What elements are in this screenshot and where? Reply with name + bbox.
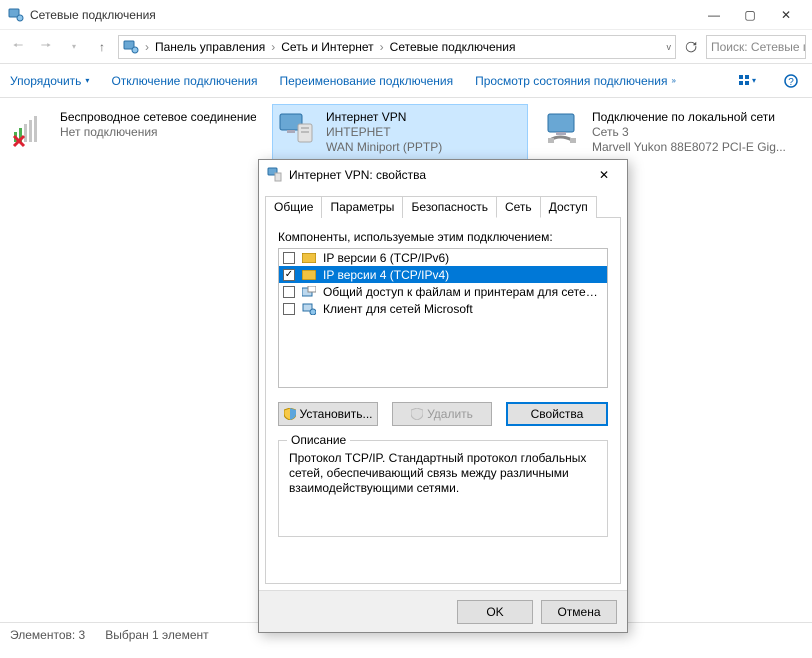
network-folder-icon	[8, 7, 24, 23]
cmd-status-label: Просмотр состояния подключения	[475, 74, 667, 88]
maximize-button[interactable]: ▢	[732, 3, 768, 27]
connection-network: Сеть 3	[592, 125, 786, 140]
minimize-button[interactable]: —	[696, 3, 732, 27]
components-label: Компоненты, используемые этим подключени…	[278, 230, 608, 244]
status-selected-count: Выбран 1 элемент	[105, 628, 208, 642]
protocol-icon	[301, 252, 317, 264]
tab-general[interactable]: Общие	[265, 196, 322, 218]
chevron-right-icon[interactable]: ›	[380, 40, 384, 54]
search-input[interactable]: Поиск: Сетевые п	[706, 35, 806, 59]
address-bar: 🠔 🠖 ▾ ↑ › Панель управления › Сеть и Инт…	[0, 30, 812, 64]
shield-icon	[411, 408, 423, 420]
connection-device: WAN Miniport (PPTP)	[326, 140, 442, 155]
nav-forward-button: 🠖	[34, 35, 58, 59]
view-options-button[interactable]: ▾	[736, 70, 758, 92]
list-item-label: Общий доступ к файлам и принтерам для се…	[323, 285, 603, 299]
connection-title: Беспроводное сетевое соединение	[60, 110, 256, 125]
svg-text:?: ?	[788, 77, 794, 88]
network-folder-icon	[123, 39, 139, 55]
connection-title: Интернет VPN	[326, 110, 442, 125]
cancel-button[interactable]: Отмена	[541, 600, 617, 624]
wifi-no-connection-icon	[12, 110, 52, 150]
nav-up-button[interactable]: ↑	[90, 35, 114, 59]
list-item-label: IP версии 4 (TCP/IPv4)	[323, 268, 603, 282]
checkbox-unchecked[interactable]	[283, 303, 295, 315]
list-item-ipv4[interactable]: ✓ IP версии 4 (TCP/IPv4)	[279, 266, 607, 283]
tab-strip: Общие Параметры Безопасность Сеть Доступ	[259, 190, 627, 218]
components-listbox[interactable]: IP версии 6 (TCP/IPv6) ✓ IP версии 4 (TC…	[278, 248, 608, 388]
tab-access[interactable]: Доступ	[540, 196, 597, 218]
list-item-ms-client[interactable]: Клиент для сетей Microsoft	[279, 300, 607, 317]
vpn-connection-icon	[278, 110, 318, 150]
tab-panel-network: Компоненты, используемые этим подключени…	[265, 217, 621, 584]
window-titlebar: Сетевые подключения — ▢ ✕	[0, 0, 812, 30]
list-item-ipv6[interactable]: IP версии 6 (TCP/IPv6)	[279, 249, 607, 266]
cmd-organize[interactable]: Упорядочить ▾	[10, 74, 89, 88]
tab-parameters[interactable]: Параметры	[321, 196, 403, 218]
tab-network[interactable]: Сеть	[496, 196, 541, 218]
connection-item-wifi[interactable]: Беспроводное сетевое соединение Нет подк…	[6, 104, 262, 161]
window-title: Сетевые подключения	[30, 8, 696, 22]
protocol-icon	[301, 269, 317, 281]
cmd-disable[interactable]: Отключение подключения	[111, 74, 257, 88]
install-button[interactable]: Установить...	[278, 402, 378, 426]
chevron-right-icon[interactable]: ›	[271, 40, 275, 54]
close-button[interactable]: ✕	[768, 3, 804, 27]
remove-button-label: Удалить	[427, 407, 473, 421]
connection-status: Нет подключения	[60, 125, 256, 140]
dialog-close-button[interactable]: ✕	[589, 163, 619, 187]
help-button[interactable]: ?	[780, 70, 802, 92]
list-item-label: Клиент для сетей Microsoft	[323, 302, 603, 316]
checkbox-checked[interactable]: ✓	[283, 269, 295, 281]
cmd-rename[interactable]: Переименование подключения	[279, 74, 453, 88]
dialog-title: Интернет VPN: свойства	[289, 168, 589, 182]
refresh-button[interactable]	[680, 36, 702, 58]
status-item-count: Элементов: 3	[10, 628, 85, 642]
service-icon	[301, 286, 317, 298]
dialog-footer: OK Отмена	[259, 590, 627, 632]
description-text: Протокол TCP/IP. Стандартный протокол гл…	[289, 451, 597, 496]
client-icon	[301, 303, 317, 315]
connection-title: Подключение по локальной сети	[592, 110, 786, 125]
connection-item-lan[interactable]: Подключение по локальной сети Сеть 3 Mar…	[538, 104, 794, 161]
description-groupbox: Описание Протокол TCP/IP. Стандартный пр…	[278, 440, 608, 537]
component-buttons: Установить... Удалить Свойства	[278, 402, 608, 426]
breadcrumb-item[interactable]: Панель управления	[155, 40, 265, 54]
cmd-organize-label: Упорядочить	[10, 74, 81, 88]
connection-item-vpn[interactable]: Интернет VPN ИНТЕРНЕТ WAN Miniport (PPTP…	[272, 104, 528, 161]
lan-connection-icon	[544, 110, 584, 150]
tab-security[interactable]: Безопасность	[402, 196, 497, 218]
dialog-titlebar[interactable]: Интернет VPN: свойства ✕	[259, 160, 627, 190]
checkbox-unchecked[interactable]	[283, 252, 295, 264]
connection-network: ИНТЕРНЕТ	[326, 125, 442, 140]
breadcrumb-item[interactable]: Сетевые подключения	[390, 40, 516, 54]
command-bar: Упорядочить ▾ Отключение подключения Пере…	[0, 64, 812, 98]
install-button-label: Установить...	[300, 407, 373, 421]
properties-button[interactable]: Свойства	[506, 402, 608, 426]
breadcrumb-box[interactable]: › Панель управления › Сеть и Интернет › …	[118, 35, 676, 59]
properties-button-label: Свойства	[531, 407, 584, 421]
chevron-right-icon[interactable]: ›	[145, 40, 149, 54]
list-item-label: IP версии 6 (TCP/IPv6)	[323, 251, 603, 265]
vpn-connection-icon	[267, 167, 283, 183]
description-legend: Описание	[287, 433, 350, 447]
connection-device: Marvell Yukon 88E8072 PCI-E Gig...	[592, 140, 786, 155]
chevron-down-icon: ▾	[85, 76, 89, 85]
nav-back-button[interactable]: 🠔	[6, 35, 30, 59]
breadcrumb-item[interactable]: Сеть и Интернет	[281, 40, 373, 54]
list-item-file-sharing[interactable]: Общий доступ к файлам и принтерам для се…	[279, 283, 607, 300]
shield-icon	[284, 408, 296, 420]
properties-dialog: Интернет VPN: свойства ✕ Общие Параметры…	[258, 159, 628, 633]
nav-recent-button[interactable]: ▾	[62, 35, 86, 59]
chevron-down-icon[interactable]: v	[667, 42, 672, 52]
ok-button[interactable]: OK	[457, 600, 533, 624]
chevron-right-icon: »	[672, 76, 676, 85]
remove-button: Удалить	[392, 402, 492, 426]
checkbox-unchecked[interactable]	[283, 286, 295, 298]
cmd-status[interactable]: Просмотр состояния подключения »	[475, 74, 676, 88]
